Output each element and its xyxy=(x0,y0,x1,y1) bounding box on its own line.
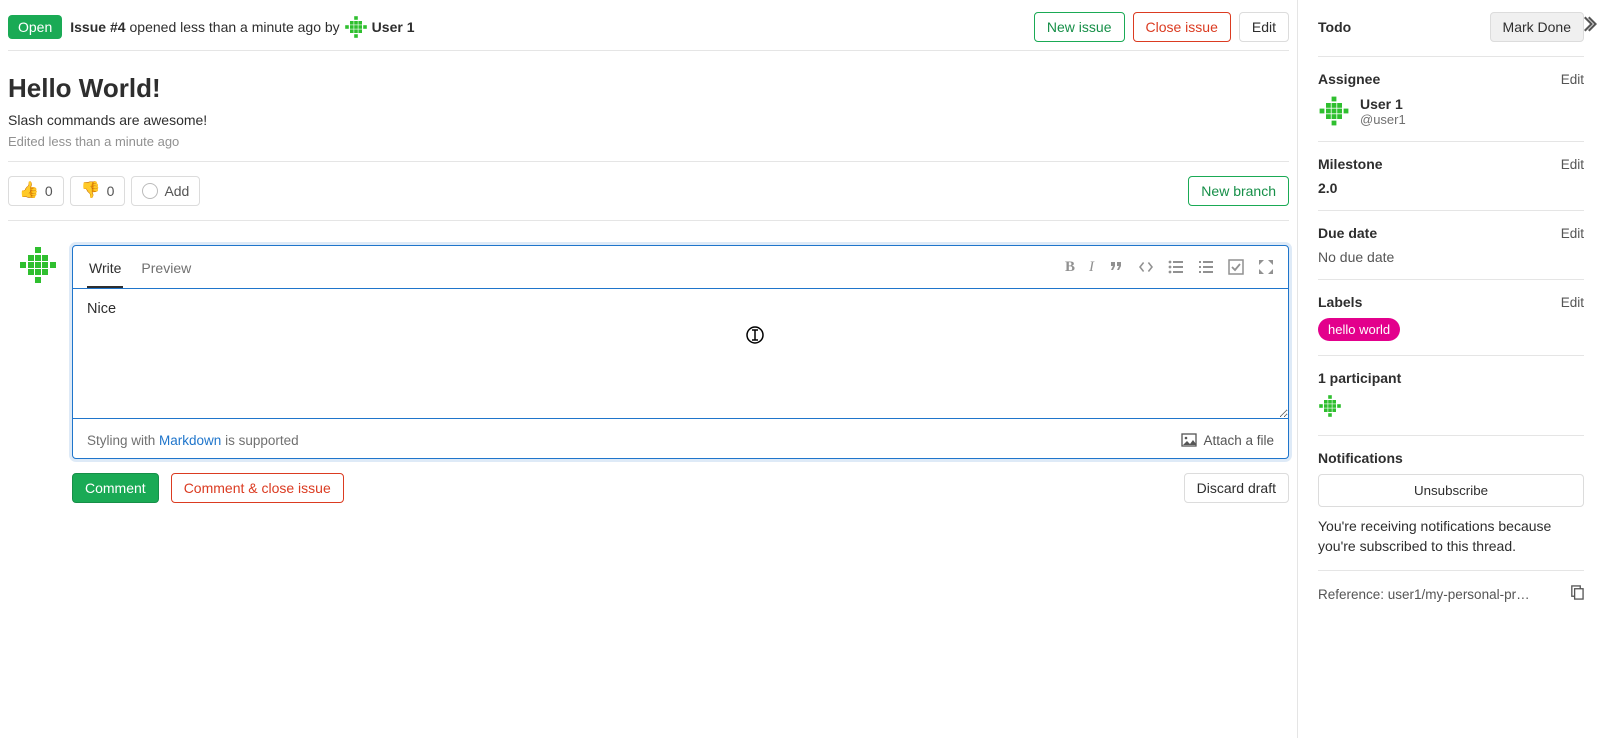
italic-icon[interactable]: I xyxy=(1089,259,1094,276)
unsubscribe-button[interactable]: Unsubscribe xyxy=(1318,474,1584,507)
edit-issue-button[interactable]: Edit xyxy=(1239,12,1289,42)
editor-toolbar: B I xyxy=(1065,259,1274,276)
milestone-value[interactable]: 2.0 xyxy=(1318,180,1584,196)
assignee-handle: @user1 xyxy=(1360,112,1406,127)
attach-file-button[interactable]: Attach a file xyxy=(1181,432,1274,448)
participant-avatar[interactable] xyxy=(1318,394,1342,418)
due-date-edit-link[interactable]: Edit xyxy=(1561,226,1584,241)
labels-title: Labels xyxy=(1318,294,1362,310)
notifications-text: You're receiving notifications because y… xyxy=(1318,517,1584,556)
assignee-edit-link[interactable]: Edit xyxy=(1561,72,1584,87)
assignee-title: Assignee xyxy=(1318,71,1380,87)
copy-reference-icon[interactable] xyxy=(1569,585,1584,603)
issue-ref: Issue #4 xyxy=(70,19,125,35)
thumbs-down-icon: 👎 xyxy=(81,183,101,199)
status-badge: Open xyxy=(8,15,62,39)
issue-title: Hello World! xyxy=(8,73,1289,104)
opened-text: opened less than a minute ago by xyxy=(130,19,340,35)
expand-sidebar-icon[interactable] xyxy=(1584,16,1600,35)
fullscreen-icon[interactable] xyxy=(1258,259,1274,276)
markdown-link[interactable]: Markdown xyxy=(159,433,221,448)
write-tab[interactable]: Write xyxy=(87,246,123,288)
comment-and-close-button[interactable]: Comment & close issue xyxy=(171,473,344,503)
bullet-list-icon[interactable] xyxy=(1168,259,1184,276)
comment-area: Write Preview B I xyxy=(8,221,1289,503)
close-issue-button[interactable]: Close issue xyxy=(1133,12,1231,42)
thumbs-up-button[interactable]: 👍 0 xyxy=(8,176,64,206)
issue-edited-note: Edited less than a minute ago xyxy=(8,134,1289,149)
new-issue-button[interactable]: New issue xyxy=(1034,12,1125,42)
smiley-icon xyxy=(142,183,158,199)
image-icon xyxy=(1181,432,1197,448)
due-date-title: Due date xyxy=(1318,225,1377,241)
thumbs-down-count: 0 xyxy=(107,183,115,199)
new-branch-button[interactable]: New branch xyxy=(1188,176,1289,206)
mark-done-button[interactable]: Mark Done xyxy=(1490,12,1584,42)
author-avatar[interactable] xyxy=(344,15,368,39)
add-reaction-button[interactable]: Add xyxy=(131,176,200,206)
issue-meta: Issue #4 opened less than a minute ago b… xyxy=(70,15,1026,39)
comment-button[interactable]: Comment xyxy=(72,473,159,503)
assignee-avatar[interactable] xyxy=(1318,95,1350,127)
thumbs-down-button[interactable]: 👎 0 xyxy=(70,176,126,206)
thumbs-up-icon: 👍 xyxy=(19,183,39,199)
comment-textarea[interactable]: Nice xyxy=(73,289,1288,419)
milestone-title: Milestone xyxy=(1318,156,1383,172)
current-user-avatar[interactable] xyxy=(18,245,58,285)
issue-body: Hello World! Slash commands are awesome!… xyxy=(8,51,1289,162)
comment-editor: Write Preview B I xyxy=(72,245,1289,459)
preview-tab[interactable]: Preview xyxy=(139,246,193,288)
participants-title: 1 participant xyxy=(1318,370,1401,386)
assignee-name[interactable]: User 1 xyxy=(1360,96,1406,112)
reference-text: Reference: user1/my-personal-pr… xyxy=(1318,587,1530,602)
numbered-list-icon[interactable] xyxy=(1198,259,1214,276)
quote-icon[interactable] xyxy=(1108,259,1124,276)
thumbs-up-count: 0 xyxy=(45,183,53,199)
issue-description: Slash commands are awesome! xyxy=(8,112,1289,128)
todo-title: Todo xyxy=(1318,19,1351,35)
add-reaction-label: Add xyxy=(164,183,189,199)
code-icon[interactable] xyxy=(1138,259,1154,276)
bold-icon[interactable]: B xyxy=(1065,259,1075,276)
due-date-value: No due date xyxy=(1318,249,1584,265)
task-list-icon[interactable] xyxy=(1228,259,1244,276)
attach-file-label: Attach a file xyxy=(1203,433,1274,448)
discard-draft-button[interactable]: Discard draft xyxy=(1184,473,1289,503)
label-chip[interactable]: hello world xyxy=(1318,318,1400,341)
sidebar: Todo Mark Done Assignee Edit User 1 @use… xyxy=(1298,0,1604,738)
markdown-hint: Styling with Markdown is supported xyxy=(87,433,299,448)
labels-edit-link[interactable]: Edit xyxy=(1561,295,1584,310)
author-name[interactable]: User 1 xyxy=(372,19,415,35)
milestone-edit-link[interactable]: Edit xyxy=(1561,157,1584,172)
issue-header: Open Issue #4 opened less than a minute … xyxy=(8,4,1289,51)
notifications-title: Notifications xyxy=(1318,450,1403,466)
reactions-row: 👍 0 👎 0 Add New branch xyxy=(8,162,1289,221)
